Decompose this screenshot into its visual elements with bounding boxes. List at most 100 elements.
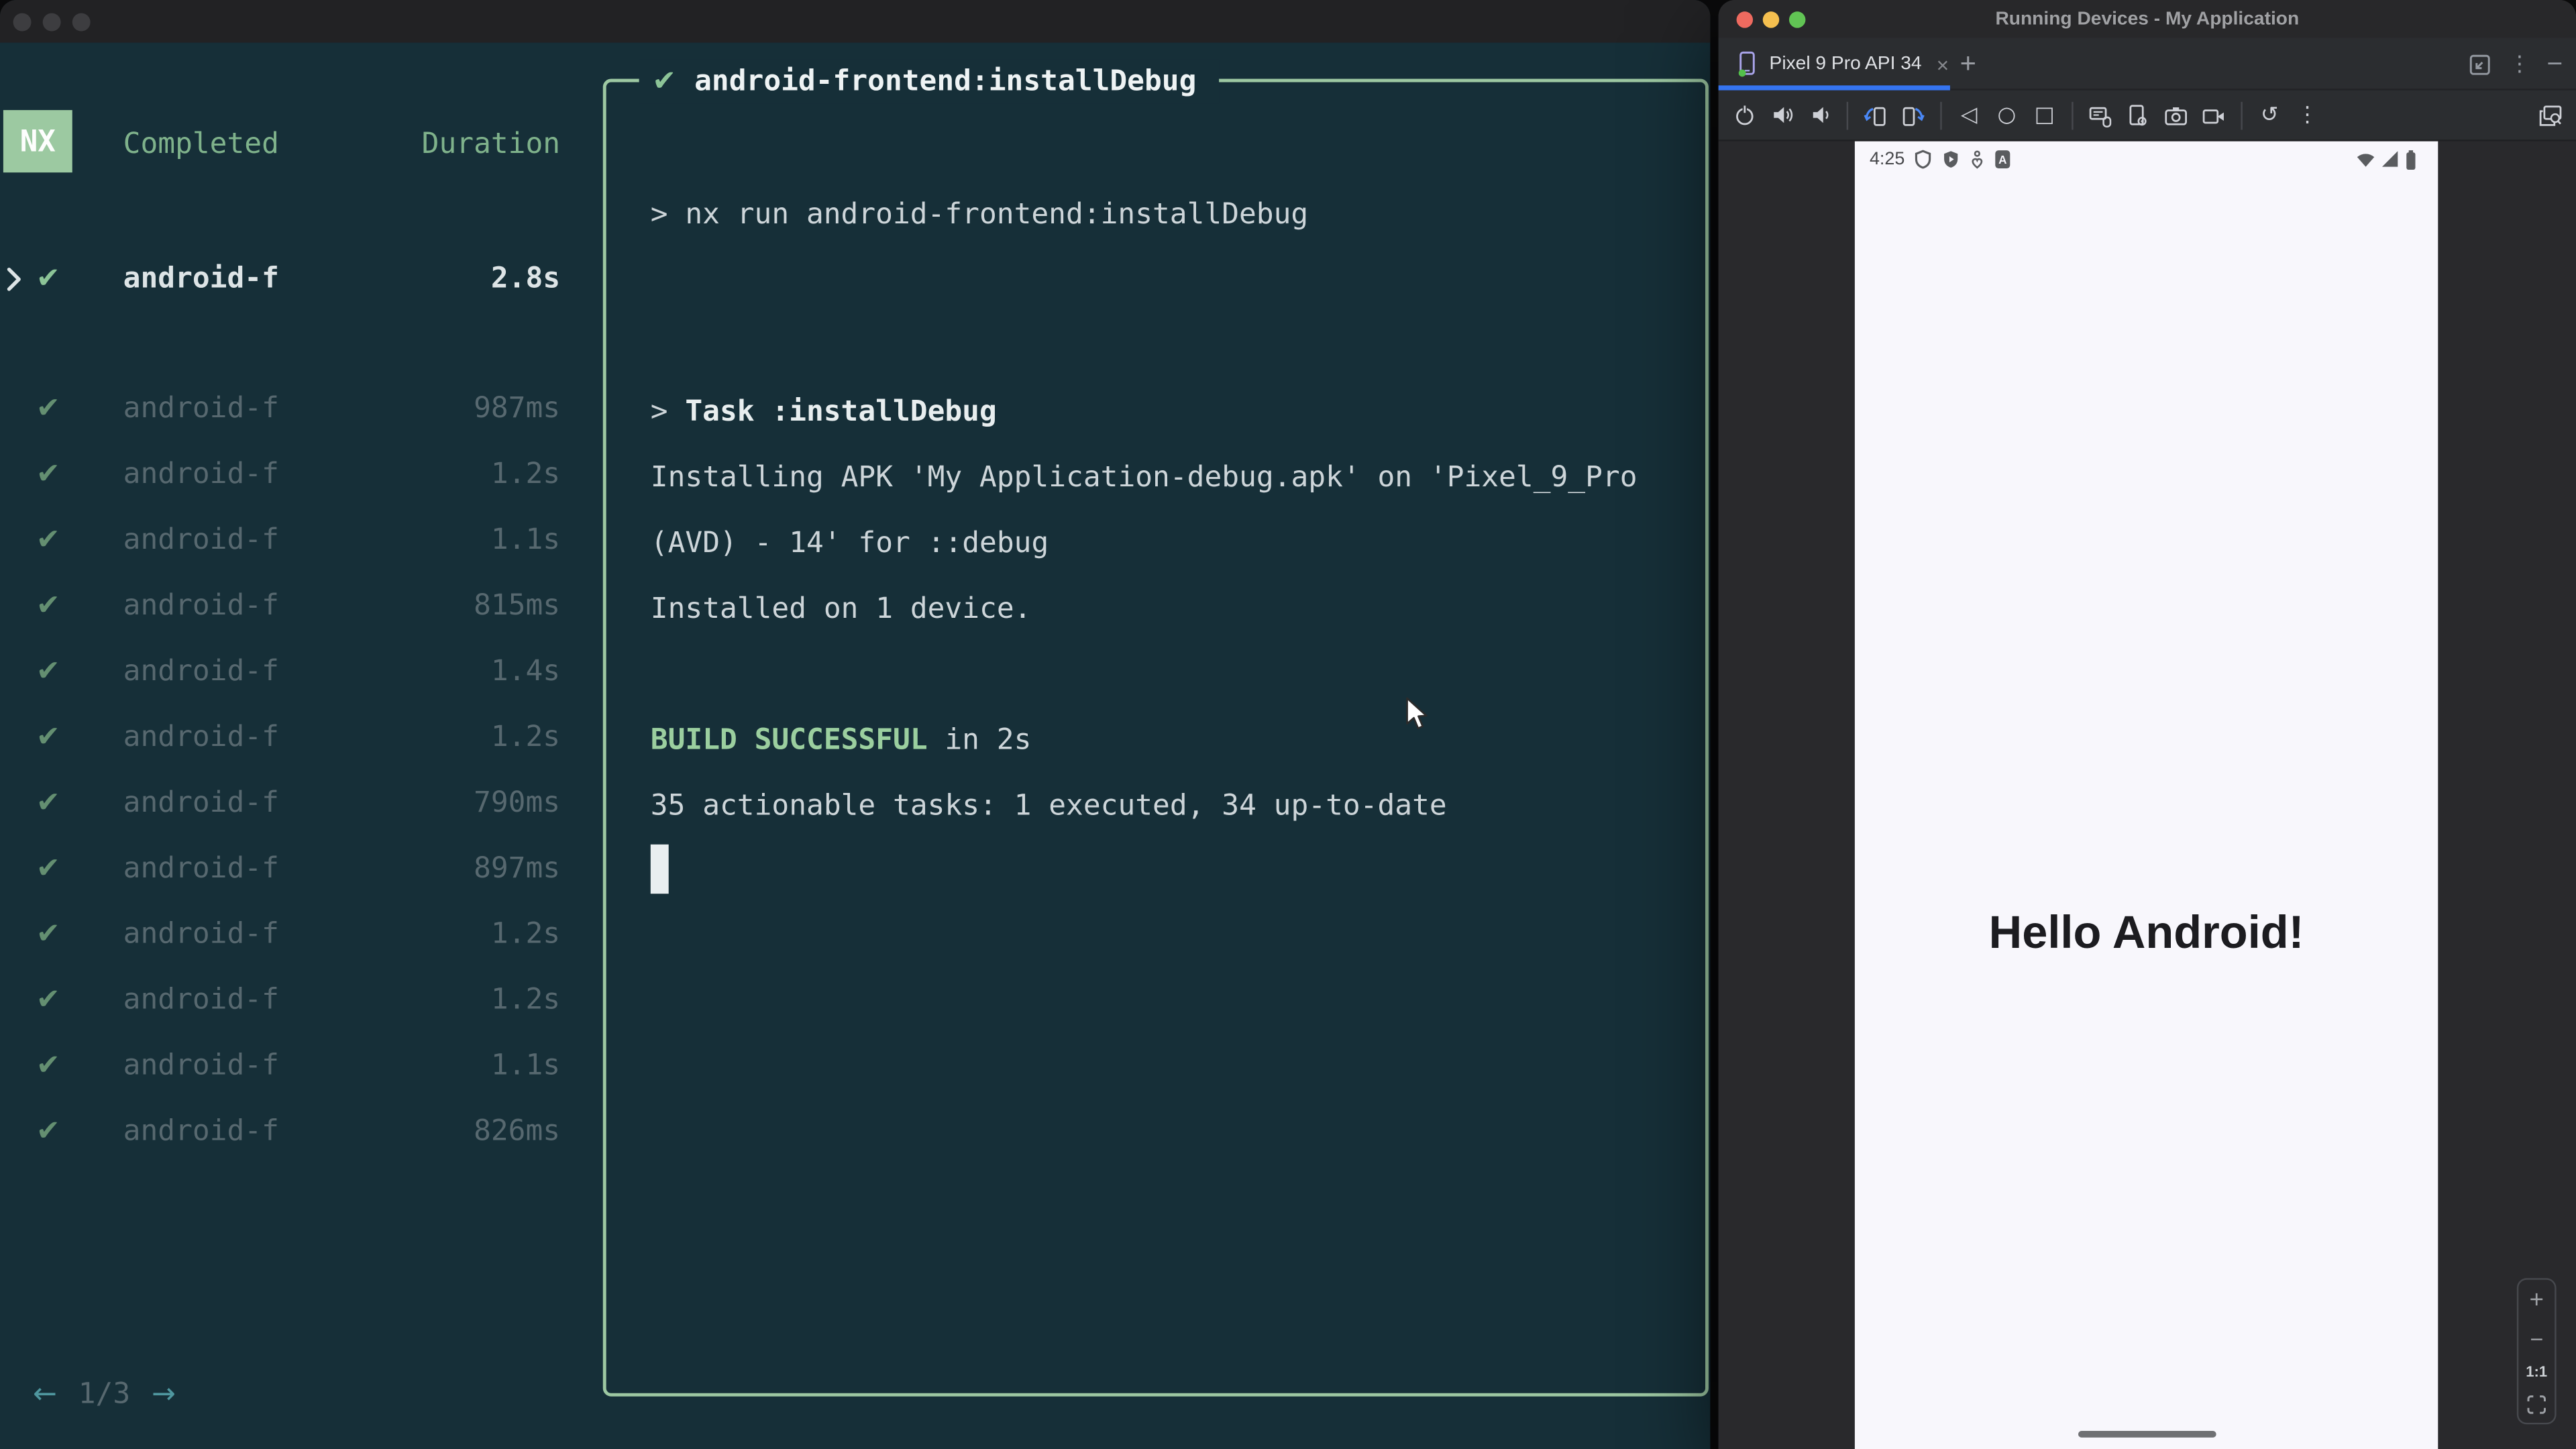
volume-up-icon[interactable] xyxy=(1770,103,1794,127)
phone-device-icon xyxy=(1738,51,1755,77)
output-panel-title-text: android-frontend:installDebug xyxy=(694,64,1197,98)
task-duration: 987ms xyxy=(474,392,561,426)
task-row[interactable]: ✔ android-f 1.2s xyxy=(0,915,592,955)
page-prev-arrow[interactable]: ← xyxy=(33,1379,57,1411)
screen-record-icon[interactable] xyxy=(2202,103,2226,127)
task-name: android-f xyxy=(123,721,279,755)
overview-button-icon[interactable]: □ xyxy=(2032,103,2057,127)
studio-titlebar[interactable]: Running Devices - My Application xyxy=(1718,0,2576,38)
task-duration: 1.4s xyxy=(490,655,561,689)
task-name: android-f xyxy=(123,655,279,689)
check-icon: ✔ xyxy=(36,1115,60,1148)
add-tab-button[interactable]: + xyxy=(1960,38,1976,90)
zoom-in-button[interactable]: + xyxy=(2529,1287,2543,1312)
task-name: android-f xyxy=(123,1049,279,1083)
output-line-summary: 35 actionable tasks: 1 executed, 34 up-t… xyxy=(650,790,1447,823)
shield-play-icon xyxy=(1944,151,1958,168)
output-line-build-status: BUILD SUCCESSFUL in 2s xyxy=(651,721,1032,761)
task-row[interactable]: ✔ android-f 987ms xyxy=(0,389,592,429)
rotate-left-icon[interactable] xyxy=(1863,103,1888,127)
task-row[interactable]: ✔ android-f 1.2s xyxy=(0,981,592,1020)
check-icon: ✔ xyxy=(36,983,60,1017)
zoom-window-button[interactable] xyxy=(72,13,91,32)
float-window-icon[interactable] xyxy=(2469,54,2491,75)
device-display-area: 4:25 A Hello Android! + − 1:1 xyxy=(1718,141,2576,1449)
tab-pixel-9-pro[interactable]: Pixel 9 Pro API 34 × xyxy=(1719,38,1950,90)
page-indicator: 1/3 xyxy=(78,1378,131,1411)
svg-text:A: A xyxy=(1998,153,2006,166)
task-duration: 897ms xyxy=(474,853,561,886)
column-header-completed: Completed xyxy=(123,128,279,162)
task-row[interactable]: ✔ android-f 1.2s xyxy=(0,718,592,757)
zoom-actual-size-button[interactable]: 1:1 xyxy=(2526,1364,2547,1380)
task-name: android-f xyxy=(123,853,279,886)
task-duration: 815ms xyxy=(474,590,561,623)
task-name: android-f xyxy=(123,983,279,1017)
task-duration: 1.2s xyxy=(490,983,561,1017)
gesture-navigation-bar[interactable] xyxy=(2077,1431,2216,1438)
more-options-icon[interactable]: ⋮ xyxy=(2295,103,2320,127)
device-settings-icon[interactable] xyxy=(2126,103,2151,127)
nx-logo: NX xyxy=(3,110,72,173)
pagination: ← 1/3 → xyxy=(33,1373,176,1416)
task-name: android-f xyxy=(123,458,279,492)
build-status-text: BUILD SUCCESSFUL xyxy=(650,724,928,757)
output-line-install2: (AVD) - 14' for ::debug xyxy=(650,527,1049,561)
check-icon: ✔ xyxy=(652,64,677,98)
task-name: android-f xyxy=(123,1115,279,1148)
task-row[interactable]: ✔ android-f 1.4s xyxy=(0,652,592,692)
task-row-focused[interactable]: ✔ android-f 2.8s xyxy=(0,260,592,299)
check-icon: ✔ xyxy=(36,524,60,557)
output-line-command: > nx run android-frontend:installDebug xyxy=(651,195,1308,235)
wifi-icon xyxy=(2357,154,2375,167)
column-header-duration: Duration xyxy=(421,128,561,162)
check-icon: ✔ xyxy=(36,721,60,755)
task-name: android-f xyxy=(123,918,279,951)
reset-view-icon[interactable]: ↺ xyxy=(2257,103,2282,127)
task-row[interactable]: ✔ android-f 1.2s xyxy=(0,455,592,494)
task-row[interactable]: ✔ android-f 897ms xyxy=(0,849,592,889)
task-name: android-f xyxy=(123,524,279,557)
home-button-icon[interactable]: ○ xyxy=(1994,103,2019,127)
power-button-icon[interactable] xyxy=(1731,103,1756,127)
device-screen[interactable]: 4:25 A Hello Android! xyxy=(1854,141,2438,1449)
device-search-icon[interactable] xyxy=(2538,103,2563,128)
back-button-icon[interactable]: ◁ xyxy=(1957,103,1982,127)
screenshot-camera-icon[interactable] xyxy=(2163,103,2188,127)
task-row[interactable]: ✔ android-f 790ms xyxy=(0,784,592,823)
hardware-input-icon[interactable] xyxy=(2088,103,2113,127)
hide-panel-icon[interactable]: ─ xyxy=(2548,52,2561,76)
output-panel-title: ✔ android-frontend:installDebug xyxy=(639,59,1220,104)
more-options-icon[interactable]: ⋮ xyxy=(2509,52,2530,76)
device-toolbar: ◁ ○ □ ↺ ⋮ xyxy=(1718,90,2576,142)
task-row[interactable]: ✔ android-f 815ms xyxy=(0,586,592,626)
close-window-button[interactable] xyxy=(13,13,32,32)
build-time-text: in 2s xyxy=(945,724,1032,757)
page-next-arrow[interactable]: → xyxy=(152,1379,176,1411)
task-row[interactable]: ✔ android-f 1.1s xyxy=(0,521,592,560)
app-badge-icon: A xyxy=(1995,150,2010,169)
zoom-out-button[interactable]: − xyxy=(2530,1327,2543,1350)
terminal-block-cursor xyxy=(650,844,669,894)
task-duration: 1.2s xyxy=(490,458,561,492)
statusbar-notification-icons: A xyxy=(1914,148,2010,170)
task-duration: 1.2s xyxy=(490,721,561,755)
task-row[interactable]: ✔ android-f 826ms xyxy=(0,1112,592,1152)
task-row[interactable]: ✔ android-f 1.1s xyxy=(0,1046,592,1086)
shield-outline-icon xyxy=(1915,150,1931,169)
check-icon: ✔ xyxy=(36,853,60,886)
clock-label: 4:25 xyxy=(1869,149,1905,170)
zoom-to-fit-icon[interactable] xyxy=(2527,1395,2546,1415)
task-duration: 826ms xyxy=(474,1115,561,1148)
battery-icon xyxy=(2406,149,2416,169)
terminal-titlebar[interactable] xyxy=(0,0,1711,43)
cellular-signal-icon xyxy=(2382,151,2398,167)
minimize-window-button[interactable] xyxy=(42,13,61,32)
volume-down-icon[interactable] xyxy=(1807,103,1832,127)
tab-close-icon[interactable]: × xyxy=(1937,52,1949,76)
rotate-right-icon[interactable] xyxy=(1900,103,1925,127)
toolbar-separator xyxy=(1846,101,1849,129)
tabbar-window-controls: ⋮ ─ xyxy=(2469,38,2561,90)
toolbar-separator xyxy=(2072,101,2074,129)
task-line-text: Task :installDebug xyxy=(685,396,997,429)
